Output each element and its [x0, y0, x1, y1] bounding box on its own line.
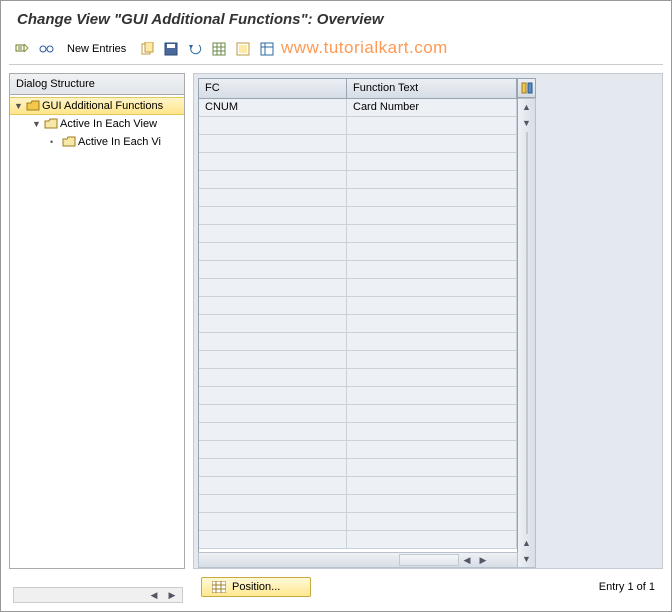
table-small-icon	[212, 581, 226, 593]
tree-label: Active In Each Vi	[78, 136, 161, 148]
scroll-down-icon[interactable]: ▼	[519, 551, 535, 567]
scroll-thumb[interactable]	[526, 132, 528, 534]
column-header-function-text[interactable]: Function Text	[347, 79, 517, 98]
tree-node-gui-additional-functions[interactable]: ▼ GUI Additional Functions	[10, 97, 184, 115]
folder-icon	[62, 136, 76, 148]
scroll-thumb[interactable]	[399, 554, 459, 566]
folder-icon	[44, 118, 58, 130]
tool-icon-1[interactable]	[13, 40, 31, 58]
table-icon[interactable]	[210, 40, 228, 58]
cell-function-text[interactable]: Card Number	[347, 99, 517, 116]
scroll-left-icon[interactable]: ◀	[146, 587, 162, 603]
select-all-icon[interactable]	[234, 40, 252, 58]
undo-icon[interactable]	[186, 40, 204, 58]
position-button[interactable]: Position...	[201, 577, 311, 597]
grid-body: CNUM Card Number	[199, 99, 517, 551]
position-label: Position...	[232, 581, 280, 593]
scroll-right-icon[interactable]: ▶	[164, 587, 180, 603]
expander-icon[interactable]: ▼	[32, 119, 42, 129]
watermark-text: www.tutorialkart.com	[281, 38, 448, 58]
tree-label: Active In Each View	[60, 118, 157, 130]
grid-panel: FC Function Text CNUM Card Number	[193, 73, 663, 569]
column-header-fc[interactable]: FC	[199, 79, 347, 98]
data-grid: FC Function Text CNUM Card Number	[198, 78, 518, 568]
bottom-bar: Position... Entry 1 of 1	[201, 577, 655, 597]
tree-label: GUI Additional Functions	[42, 100, 163, 112]
tree: ▼ GUI Additional Functions ▼ Active In E…	[10, 95, 184, 568]
main-area: Dialog Structure ▼ GUI Additional Functi…	[1, 65, 671, 569]
left-horizontal-scrollbar[interactable]: ◀ ▶	[13, 587, 183, 603]
horizontal-scrollbar[interactable]: ◀ ▶	[198, 552, 518, 568]
deselect-icon[interactable]	[258, 40, 276, 58]
tree-node-active-in-each-view-child[interactable]: • Active In Each Vi	[10, 133, 184, 151]
tree-header: Dialog Structure	[10, 74, 184, 95]
toolbar: New Entries www.tutorialkart.com	[1, 36, 671, 64]
scroll-down-icon[interactable]: ▼	[519, 115, 535, 131]
scroll-up-icon[interactable]: ▲	[519, 535, 535, 551]
new-entries-button[interactable]: New Entries	[61, 43, 132, 55]
vertical-scrollbar[interactable]: ▲ ▼ ▲ ▼	[518, 98, 536, 568]
bullet-icon: •	[50, 137, 60, 147]
scroll-up-icon[interactable]: ▲	[519, 99, 535, 115]
page-title: Change View "GUI Additional Functions": …	[1, 1, 671, 36]
expander-icon[interactable]: ▼	[14, 101, 24, 111]
status-text: Entry 1 of 1	[599, 581, 655, 593]
tree-node-active-in-each-view[interactable]: ▼ Active In Each View	[10, 115, 184, 133]
cell-fc[interactable]: CNUM	[199, 99, 347, 116]
dialog-structure-panel: Dialog Structure ▼ GUI Additional Functi…	[9, 73, 185, 569]
scroll-left-icon[interactable]: ◀	[459, 552, 475, 568]
scroll-right-icon[interactable]: ▶	[475, 552, 491, 568]
glasses-icon[interactable]	[37, 40, 55, 58]
folder-open-icon	[26, 100, 40, 112]
configure-columns-icon[interactable]	[518, 78, 536, 98]
copy-icon[interactable]	[138, 40, 156, 58]
grid-header: FC Function Text	[199, 79, 517, 99]
table-row[interactable]: CNUM Card Number	[199, 99, 517, 117]
save-icon[interactable]	[162, 40, 180, 58]
